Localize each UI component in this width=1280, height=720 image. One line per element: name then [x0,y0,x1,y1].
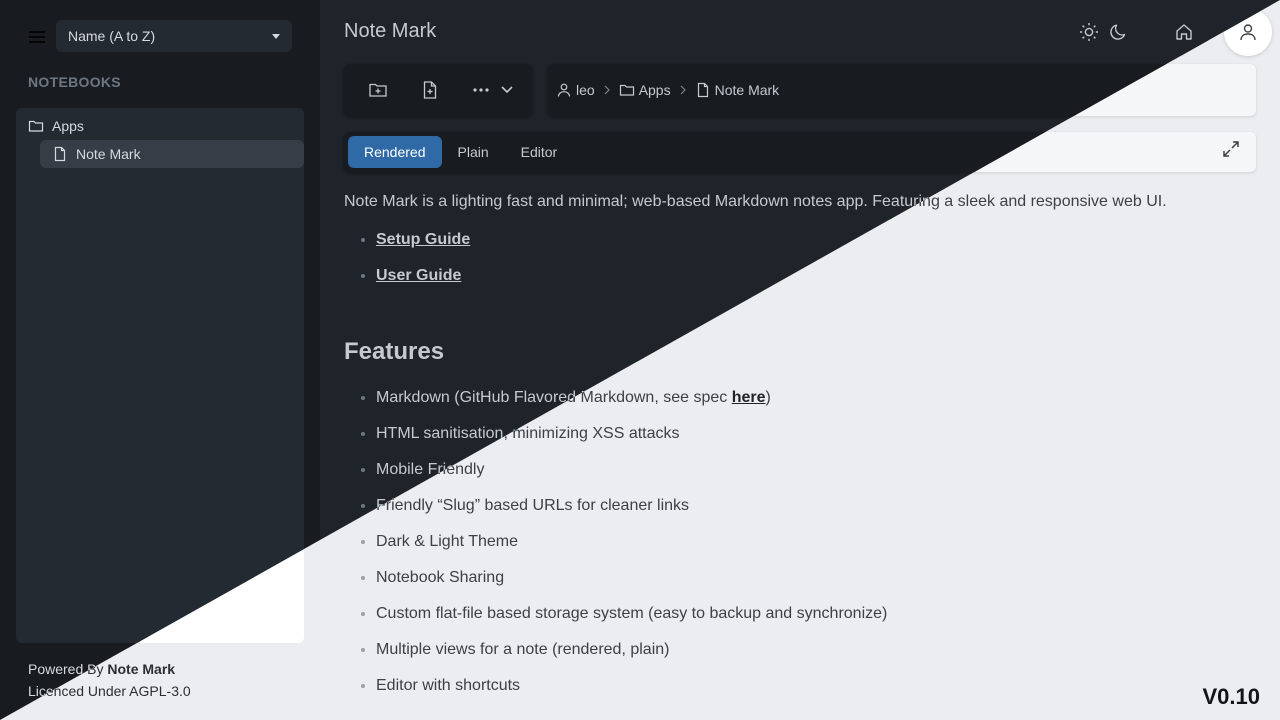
spec-link[interactable]: here [732,389,766,406]
breadcrumb-label: Apps [638,82,671,98]
moon-icon[interactable] [1109,22,1129,42]
list-item: Dark & Light Theme [376,530,1256,554]
feature-text-close: ) [765,389,771,406]
caret-down-icon [272,33,280,39]
note-toolbar [344,64,532,116]
tab-editor[interactable]: Editor [505,136,574,168]
more-options-button[interactable] [472,85,514,95]
sort-select-value: Name (A to Z) [68,28,156,44]
new-folder-icon[interactable] [368,80,388,100]
tree-item-label: Apps [52,118,84,134]
theme-toggle[interactable] [1064,8,1144,56]
new-note-icon[interactable] [420,80,440,100]
version-label: V0.10 [1202,684,1261,709]
notebooks-header: NOTEBOOKS [28,74,121,90]
more-icon [472,87,490,93]
user-guide-link[interactable]: User Guide [376,267,461,284]
home-icon [1174,22,1194,42]
list-item: Notebook Sharing [376,566,1256,590]
list-item: Editor with shortcuts [376,674,1256,698]
folder-icon [619,82,635,98]
user-icon [556,82,572,98]
powered-by-link[interactable]: Note Mark [107,661,175,677]
list-item: Mobile Friendly [376,458,1256,482]
breadcrumb-item-note[interactable]: Note Mark [695,82,780,98]
user-icon [1238,22,1258,42]
tree-item-note-mark[interactable]: Note Mark [40,140,304,168]
menu-icon[interactable] [26,26,48,48]
tree-item-label: Note Mark [76,146,141,162]
tab-rendered[interactable]: Rendered [348,136,442,168]
breadcrumb-label: leo [576,82,595,98]
breadcrumb-item-user[interactable]: leo [556,82,595,98]
list-item: Friendly “Slug” based URLs for cleaner l… [376,494,1256,518]
tree-item-apps[interactable]: Apps [16,112,304,140]
chevron-right-icon [603,85,611,95]
chevron-right-icon [679,85,687,95]
sort-select[interactable]: Name (A to Z) [56,20,292,52]
breadcrumb-item-apps[interactable]: Apps [619,82,671,98]
breadcrumb-label: Note Mark [714,82,780,98]
sun-icon[interactable] [1079,22,1099,42]
note-icon [695,82,711,98]
page-title: Note Mark [344,20,437,42]
chevron-down-icon [500,85,514,95]
tab-plain[interactable]: Plain [442,136,505,168]
list-item: Custom flat-file based storage system (e… [376,602,1256,626]
expand-icon[interactable] [1222,140,1240,158]
note-icon [52,146,68,162]
list-item: Multiple views for a note (rendered, pla… [376,638,1256,662]
notebook-tree: Apps Note Mark [16,108,304,643]
setup-guide-link[interactable]: Setup Guide [376,231,470,248]
folder-icon [28,118,44,134]
